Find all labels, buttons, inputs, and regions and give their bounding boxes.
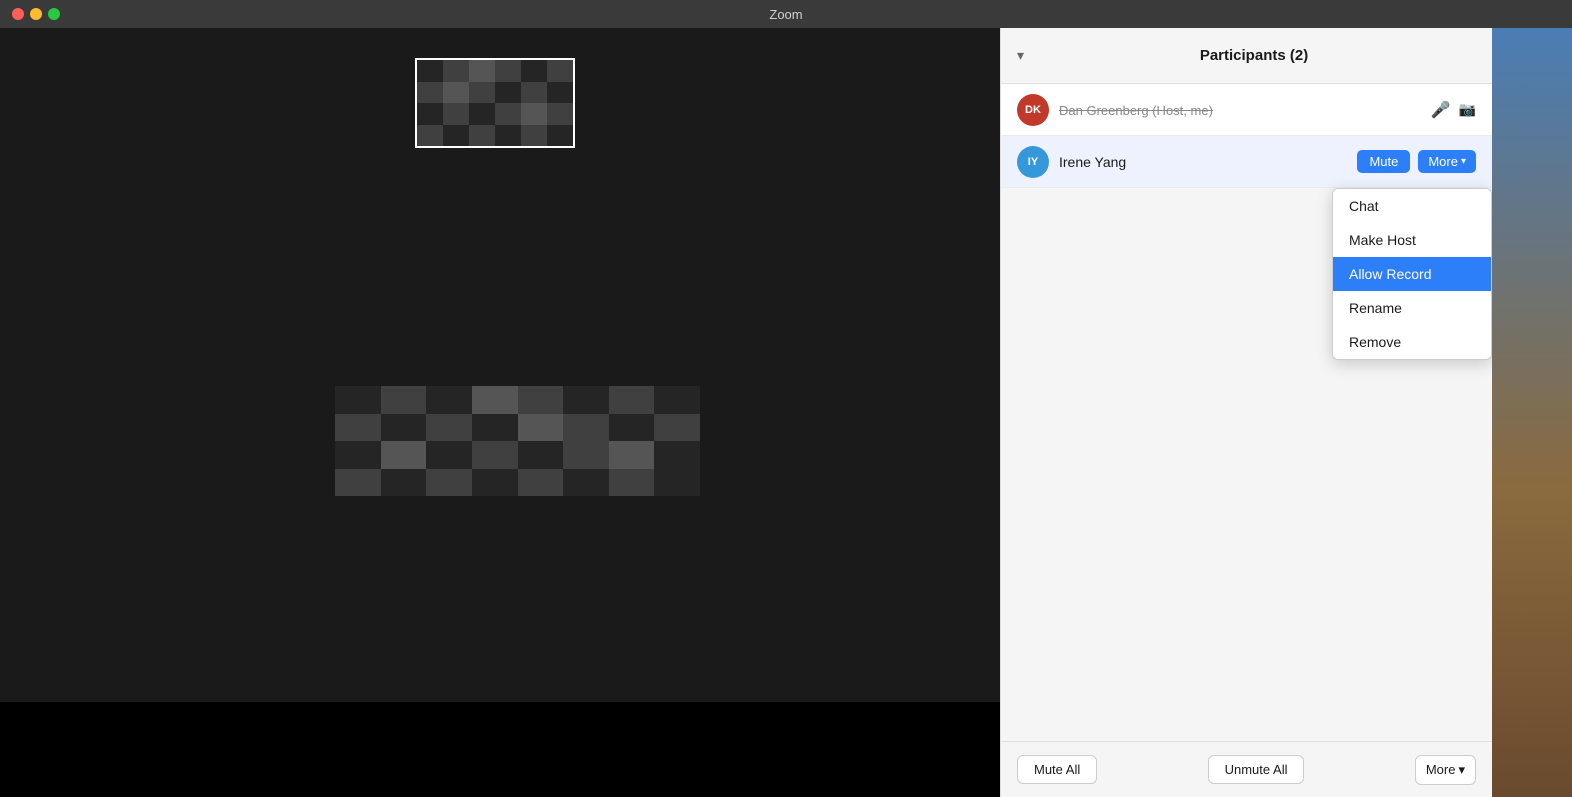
video-main bbox=[0, 28, 1000, 702]
desktop-strip bbox=[1492, 28, 1572, 797]
dropdown-item-allow-record[interactable]: Allow Record bbox=[1333, 257, 1491, 291]
more-chevron-icon: ▾ bbox=[1461, 156, 1466, 167]
footer-more-button[interactable]: More ▾ bbox=[1415, 755, 1476, 785]
sidebar-header: ▾ Participants (2) bbox=[1001, 28, 1492, 84]
mute-button[interactable]: Mute bbox=[1357, 150, 1410, 173]
titlebar: Zoom bbox=[0, 0, 1572, 28]
main-layout: ▾ Participants (2) DK Dan Greenberg (Hos… bbox=[0, 28, 1572, 797]
pixel-grid-top bbox=[417, 60, 573, 146]
close-button[interactable] bbox=[12, 8, 24, 20]
dropdown-item-remove[interactable]: Remove bbox=[1333, 325, 1491, 359]
video-thumbnail-top bbox=[415, 58, 575, 148]
participant-controls-iy: Mute More ▾ bbox=[1357, 150, 1476, 173]
dropdown-item-make-host[interactable]: Make Host bbox=[1333, 223, 1491, 257]
participant-name-iy: Irene Yang bbox=[1059, 154, 1357, 170]
mic-icon: 🎤 bbox=[1431, 100, 1451, 120]
participant-controls-dk: 🎤 📷 bbox=[1431, 100, 1476, 120]
video-bottom-bar bbox=[0, 702, 1000, 797]
participant-name-dk: Dan Greenberg (Host, me) bbox=[1059, 102, 1431, 118]
dropdown-item-chat[interactable]: Chat bbox=[1333, 189, 1491, 223]
avatar-dk: DK bbox=[1017, 94, 1049, 126]
sidebar-footer: Mute All Unmute All More ▾ bbox=[1001, 741, 1492, 797]
video-area bbox=[0, 28, 1000, 797]
traffic-lights bbox=[12, 8, 60, 20]
avatar-iy: IY bbox=[1017, 146, 1049, 178]
participant-item-dk: DK Dan Greenberg (Host, me) 🎤 📷 bbox=[1001, 84, 1492, 136]
minimize-button[interactable] bbox=[30, 8, 42, 20]
participants-list: DK Dan Greenberg (Host, me) 🎤 📷 IY Irene… bbox=[1001, 84, 1492, 741]
participant-item-iy: IY Irene Yang Mute More ▾ Chat Make Host… bbox=[1001, 136, 1492, 188]
dropdown-item-rename[interactable]: Rename bbox=[1333, 291, 1491, 325]
unmute-all-button[interactable]: Unmute All bbox=[1208, 755, 1305, 784]
video-off-icon: 📷 bbox=[1459, 101, 1476, 118]
footer-more-chevron-icon: ▾ bbox=[1458, 762, 1465, 778]
mute-all-button[interactable]: Mute All bbox=[1017, 755, 1097, 784]
video-thumbnail-center bbox=[335, 386, 700, 496]
sidebar: ▾ Participants (2) DK Dan Greenberg (Hos… bbox=[1000, 28, 1492, 797]
maximize-button[interactable] bbox=[48, 8, 60, 20]
pixel-grid-center bbox=[335, 386, 700, 496]
participants-title: Participants (2) bbox=[1032, 47, 1476, 64]
chevron-down-icon[interactable]: ▾ bbox=[1017, 47, 1024, 64]
dropdown-menu: Chat Make Host Allow Record Rename Remov… bbox=[1332, 188, 1492, 360]
window-title: Zoom bbox=[769, 7, 802, 22]
more-button[interactable]: More ▾ bbox=[1418, 150, 1476, 173]
